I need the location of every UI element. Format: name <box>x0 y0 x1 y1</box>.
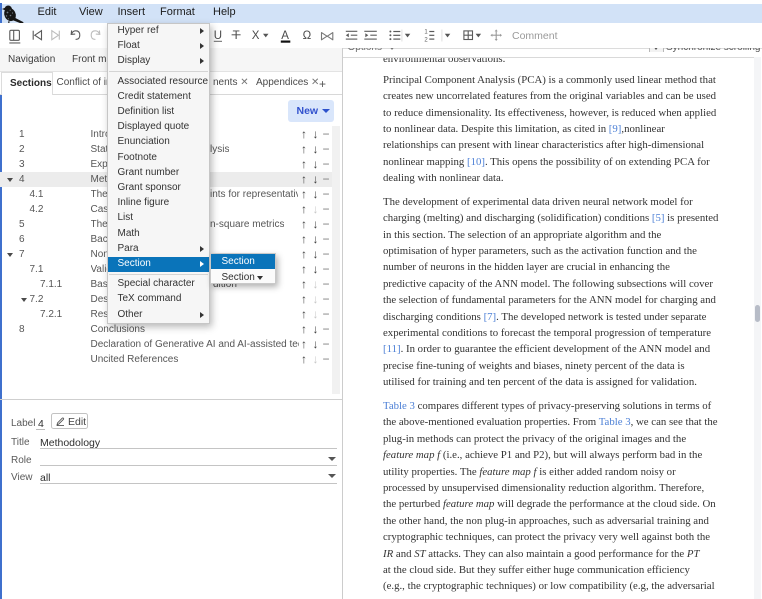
svg-text:1: 1 <box>424 29 428 35</box>
svg-text:2: 2 <box>424 37 428 43</box>
svg-text:U: U <box>214 30 222 42</box>
svg-text:Ω: Ω <box>303 30 312 42</box>
svg-text:Comment: Comment <box>512 30 558 42</box>
svg-text:X: X <box>252 30 260 42</box>
svg-text:T: T <box>233 30 240 42</box>
svg-text:A: A <box>281 30 289 42</box>
